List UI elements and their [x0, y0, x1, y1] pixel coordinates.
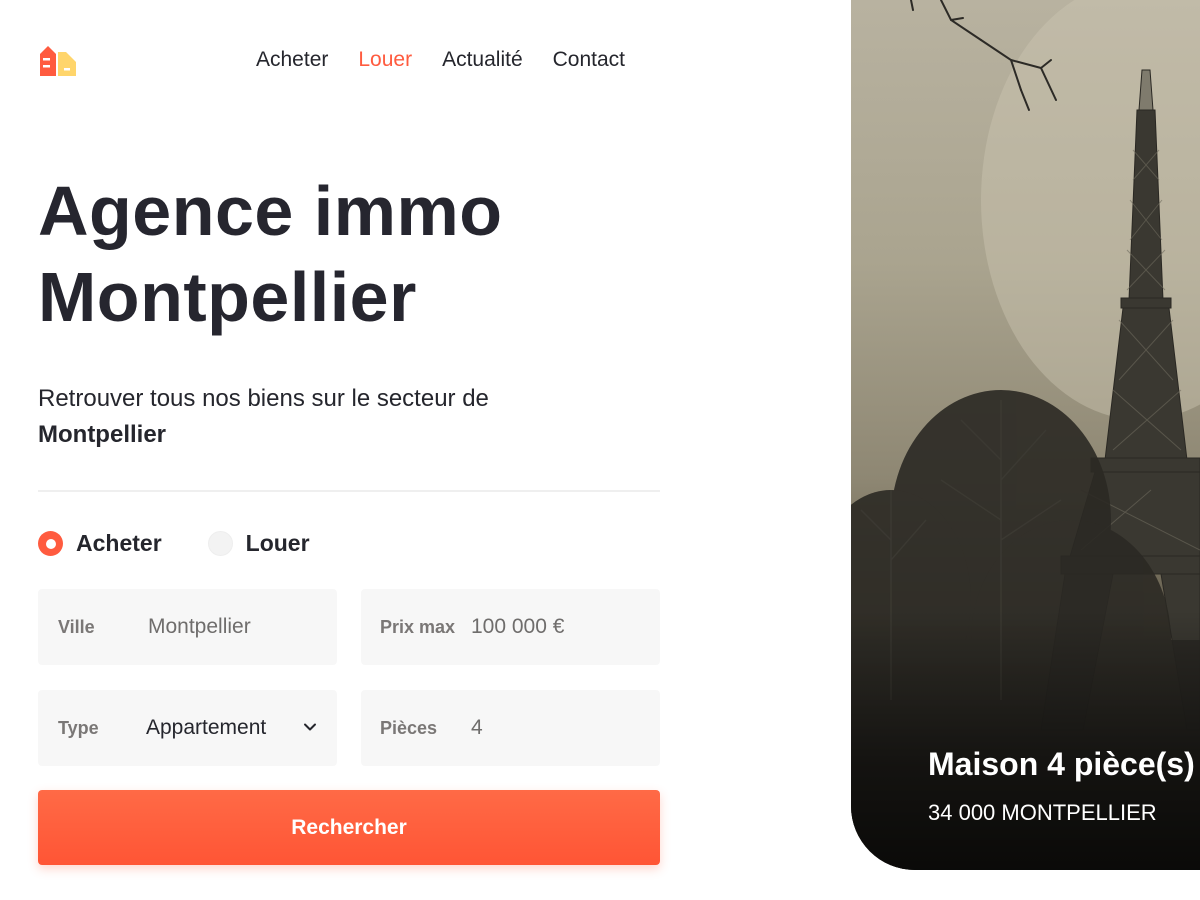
listing-location: 34 000 MONTPELLIER — [928, 800, 1157, 825]
radio-acheter[interactable]: Acheter — [38, 530, 162, 557]
nav-contact[interactable]: Contact — [553, 47, 625, 73]
radio-checked-icon[interactable] — [38, 531, 63, 556]
nav-acheter[interactable]: Acheter — [256, 47, 328, 73]
search-button[interactable]: Rechercher — [38, 790, 660, 865]
pieces-input[interactable]: 4 — [471, 716, 483, 740]
ville-field[interactable]: Ville Montpellier — [38, 589, 337, 665]
page-title-line-2: Montpellier — [38, 258, 417, 336]
type-value[interactable]: Appartement — [146, 716, 266, 740]
main-nav: Acheter Louer Actualité Contact — [256, 47, 625, 73]
listing-title: Maison 4 pièce(s) — [928, 746, 1195, 782]
radio-unchecked-icon[interactable] — [207, 531, 233, 556]
prix-max-label: Prix max — [380, 616, 456, 637]
page-title: Agence immo Montpellier — [38, 168, 503, 340]
chevron-down-icon[interactable] — [303, 720, 317, 734]
ville-label: Ville — [58, 616, 95, 637]
nav-louer[interactable]: Louer — [358, 47, 412, 73]
subtitle-city: Montpellier — [38, 421, 167, 448]
subtitle-text: Retrouver tous nos biens sur le secteur … — [38, 385, 489, 412]
listing-card[interactable]: Maison 4 pièce(s) 34 000 MONTPELLIER — [851, 0, 1200, 870]
pieces-label: Pièces — [380, 717, 438, 738]
radio-louer-label: Louer — [245, 530, 310, 556]
prix-max-input[interactable]: 100 000 € — [471, 615, 564, 639]
ville-input[interactable]: Montpellier — [148, 615, 251, 639]
logo-icon[interactable] — [38, 44, 78, 76]
nav-actualite[interactable]: Actualité — [442, 47, 523, 73]
type-label: Type — [58, 717, 99, 738]
mode-selector: Acheter Louer — [38, 530, 310, 557]
radio-acheter-label: Acheter — [76, 530, 162, 556]
radio-louer[interactable]: Louer — [207, 530, 310, 557]
divider — [38, 490, 660, 492]
pieces-field[interactable]: Pièces 4 — [361, 690, 660, 766]
page-subtitle: Retrouver tous nos biens sur le secteur … — [38, 381, 638, 453]
photo-overlay — [851, 610, 1200, 870]
prix-max-field[interactable]: Prix max 100 000 € — [361, 589, 660, 665]
type-select[interactable]: Type Appartement — [38, 690, 337, 766]
page-title-line-1: Agence immo — [38, 172, 503, 250]
